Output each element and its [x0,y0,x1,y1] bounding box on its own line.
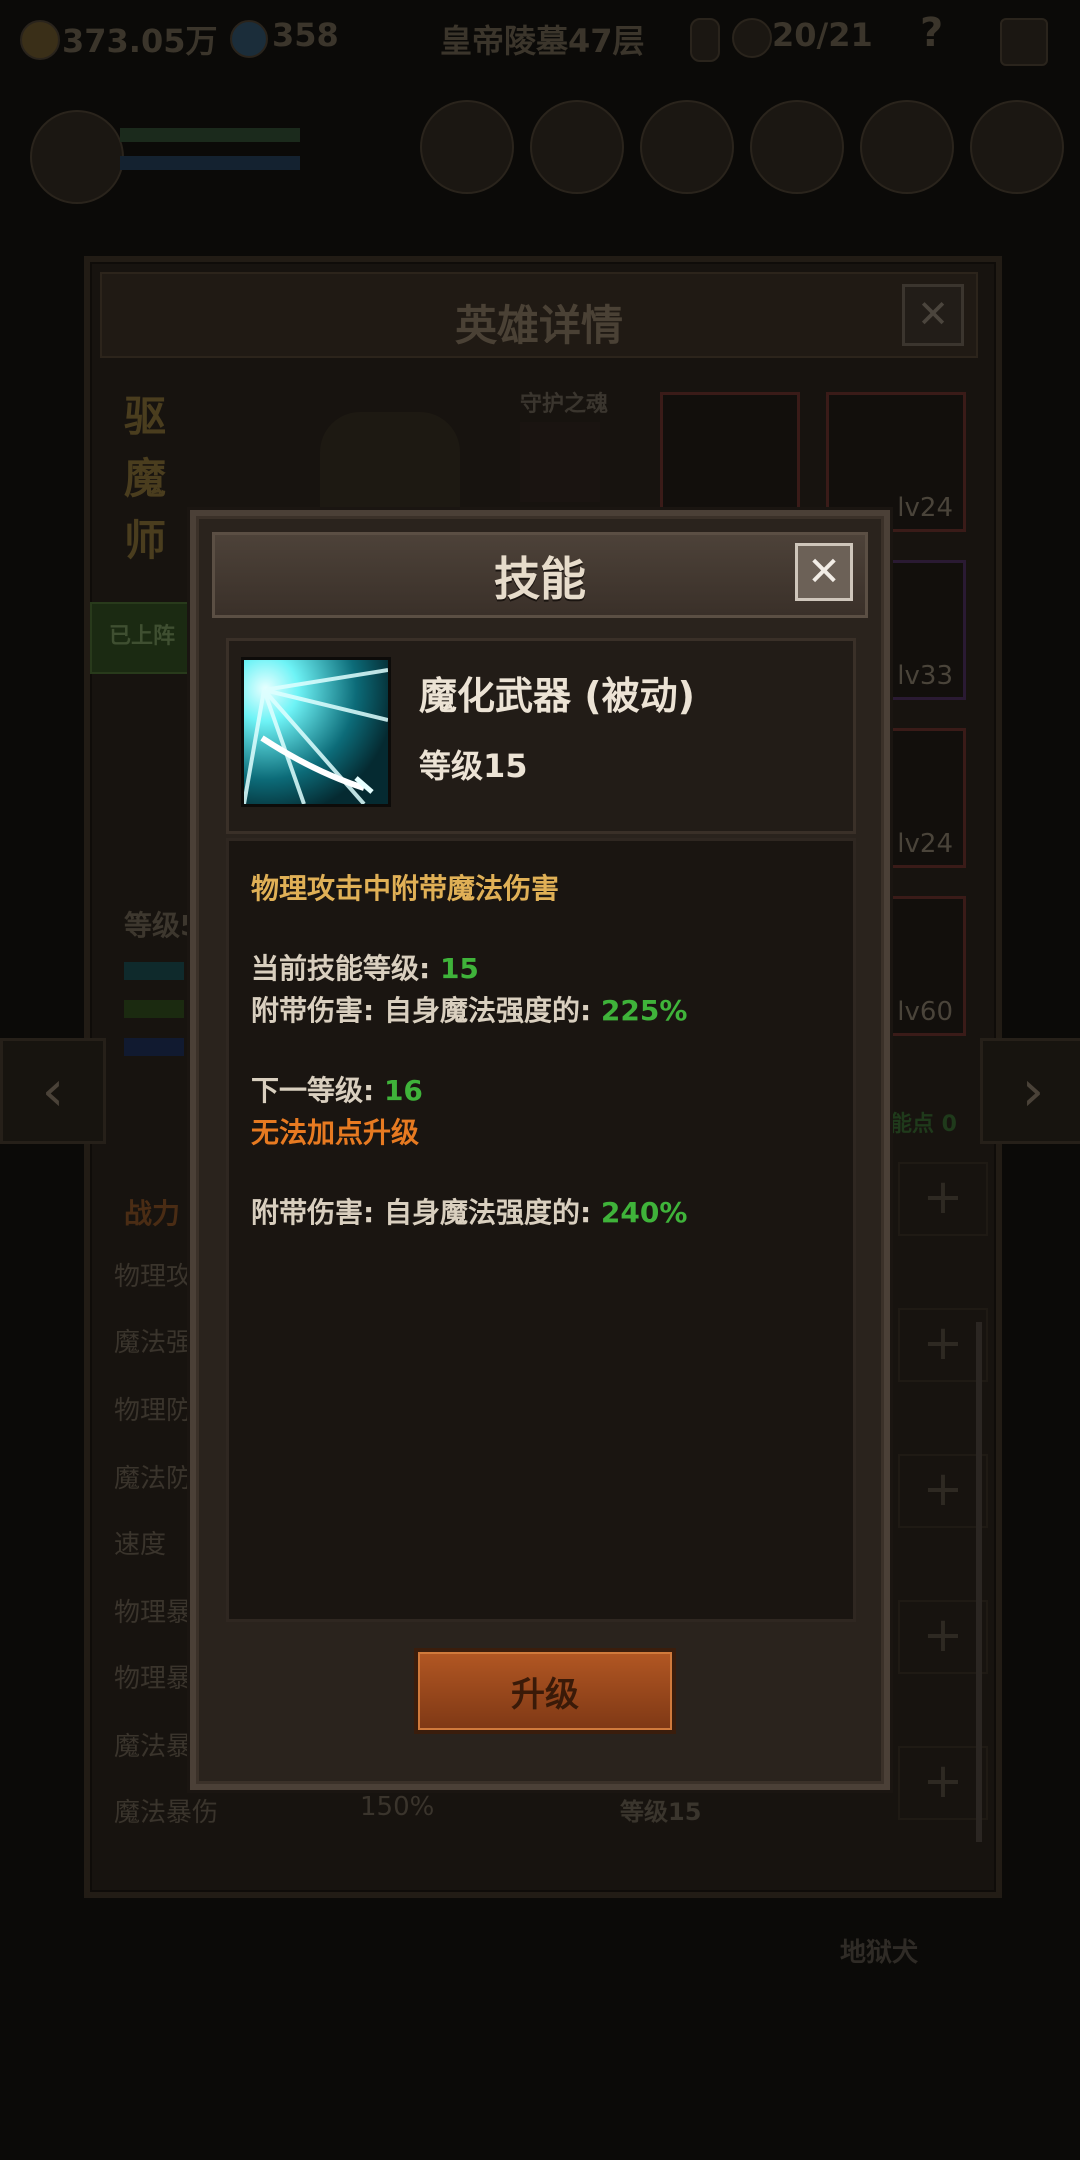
enchanted-sword-icon [241,657,391,807]
next-bonus-line: 附带伤害: 自身魔法强度的: 240% [251,1191,687,1231]
skill-header-card: 魔化武器 (被动) 等级15 [226,638,856,834]
skill-name: 魔化武器 (被动) [419,674,695,718]
close-icon[interactable]: ✕ [795,543,853,601]
skill-description-box: 物理攻击中附带魔法伤害 当前技能等级: 15 附带伤害: 自身魔法强度的: 22… [226,838,856,1622]
skill-modal-header: 技能 ✕ [212,532,868,618]
skill-summary: 物理攻击中附带魔法伤害 [251,872,560,905]
current-bonus-line: 附带伤害: 自身魔法强度的: 225% [251,989,687,1029]
current-level-line: 当前技能等级: 15 [251,947,479,987]
skill-modal: 技能 ✕ 魔化武器 (被动) 等级15 物理攻击中附带魔法伤害 当前技能等级: … [190,510,890,1790]
skill-level: 等级15 [419,747,528,785]
current-level-value: 15 [439,952,479,985]
current-bonus-label: 附带伤害: 自身魔法强度的: [251,994,601,1027]
next-level-label: 下一等级: [251,1074,384,1107]
next-bonus-label: 附带伤害: 自身魔法强度的: [251,1196,601,1229]
next-bonus-value: 240% [600,1196,688,1229]
cannot-upgrade-warning: 无法加点升级 [251,1116,420,1149]
next-level-line: 下一等级: 16 [251,1069,423,1109]
upgrade-button[interactable]: 升级 [414,1648,676,1734]
current-level-label: 当前技能等级: [251,952,440,985]
next-level-value: 16 [383,1074,423,1107]
skill-modal-title: 技能 [494,552,586,606]
current-bonus-value: 225% [600,994,688,1027]
